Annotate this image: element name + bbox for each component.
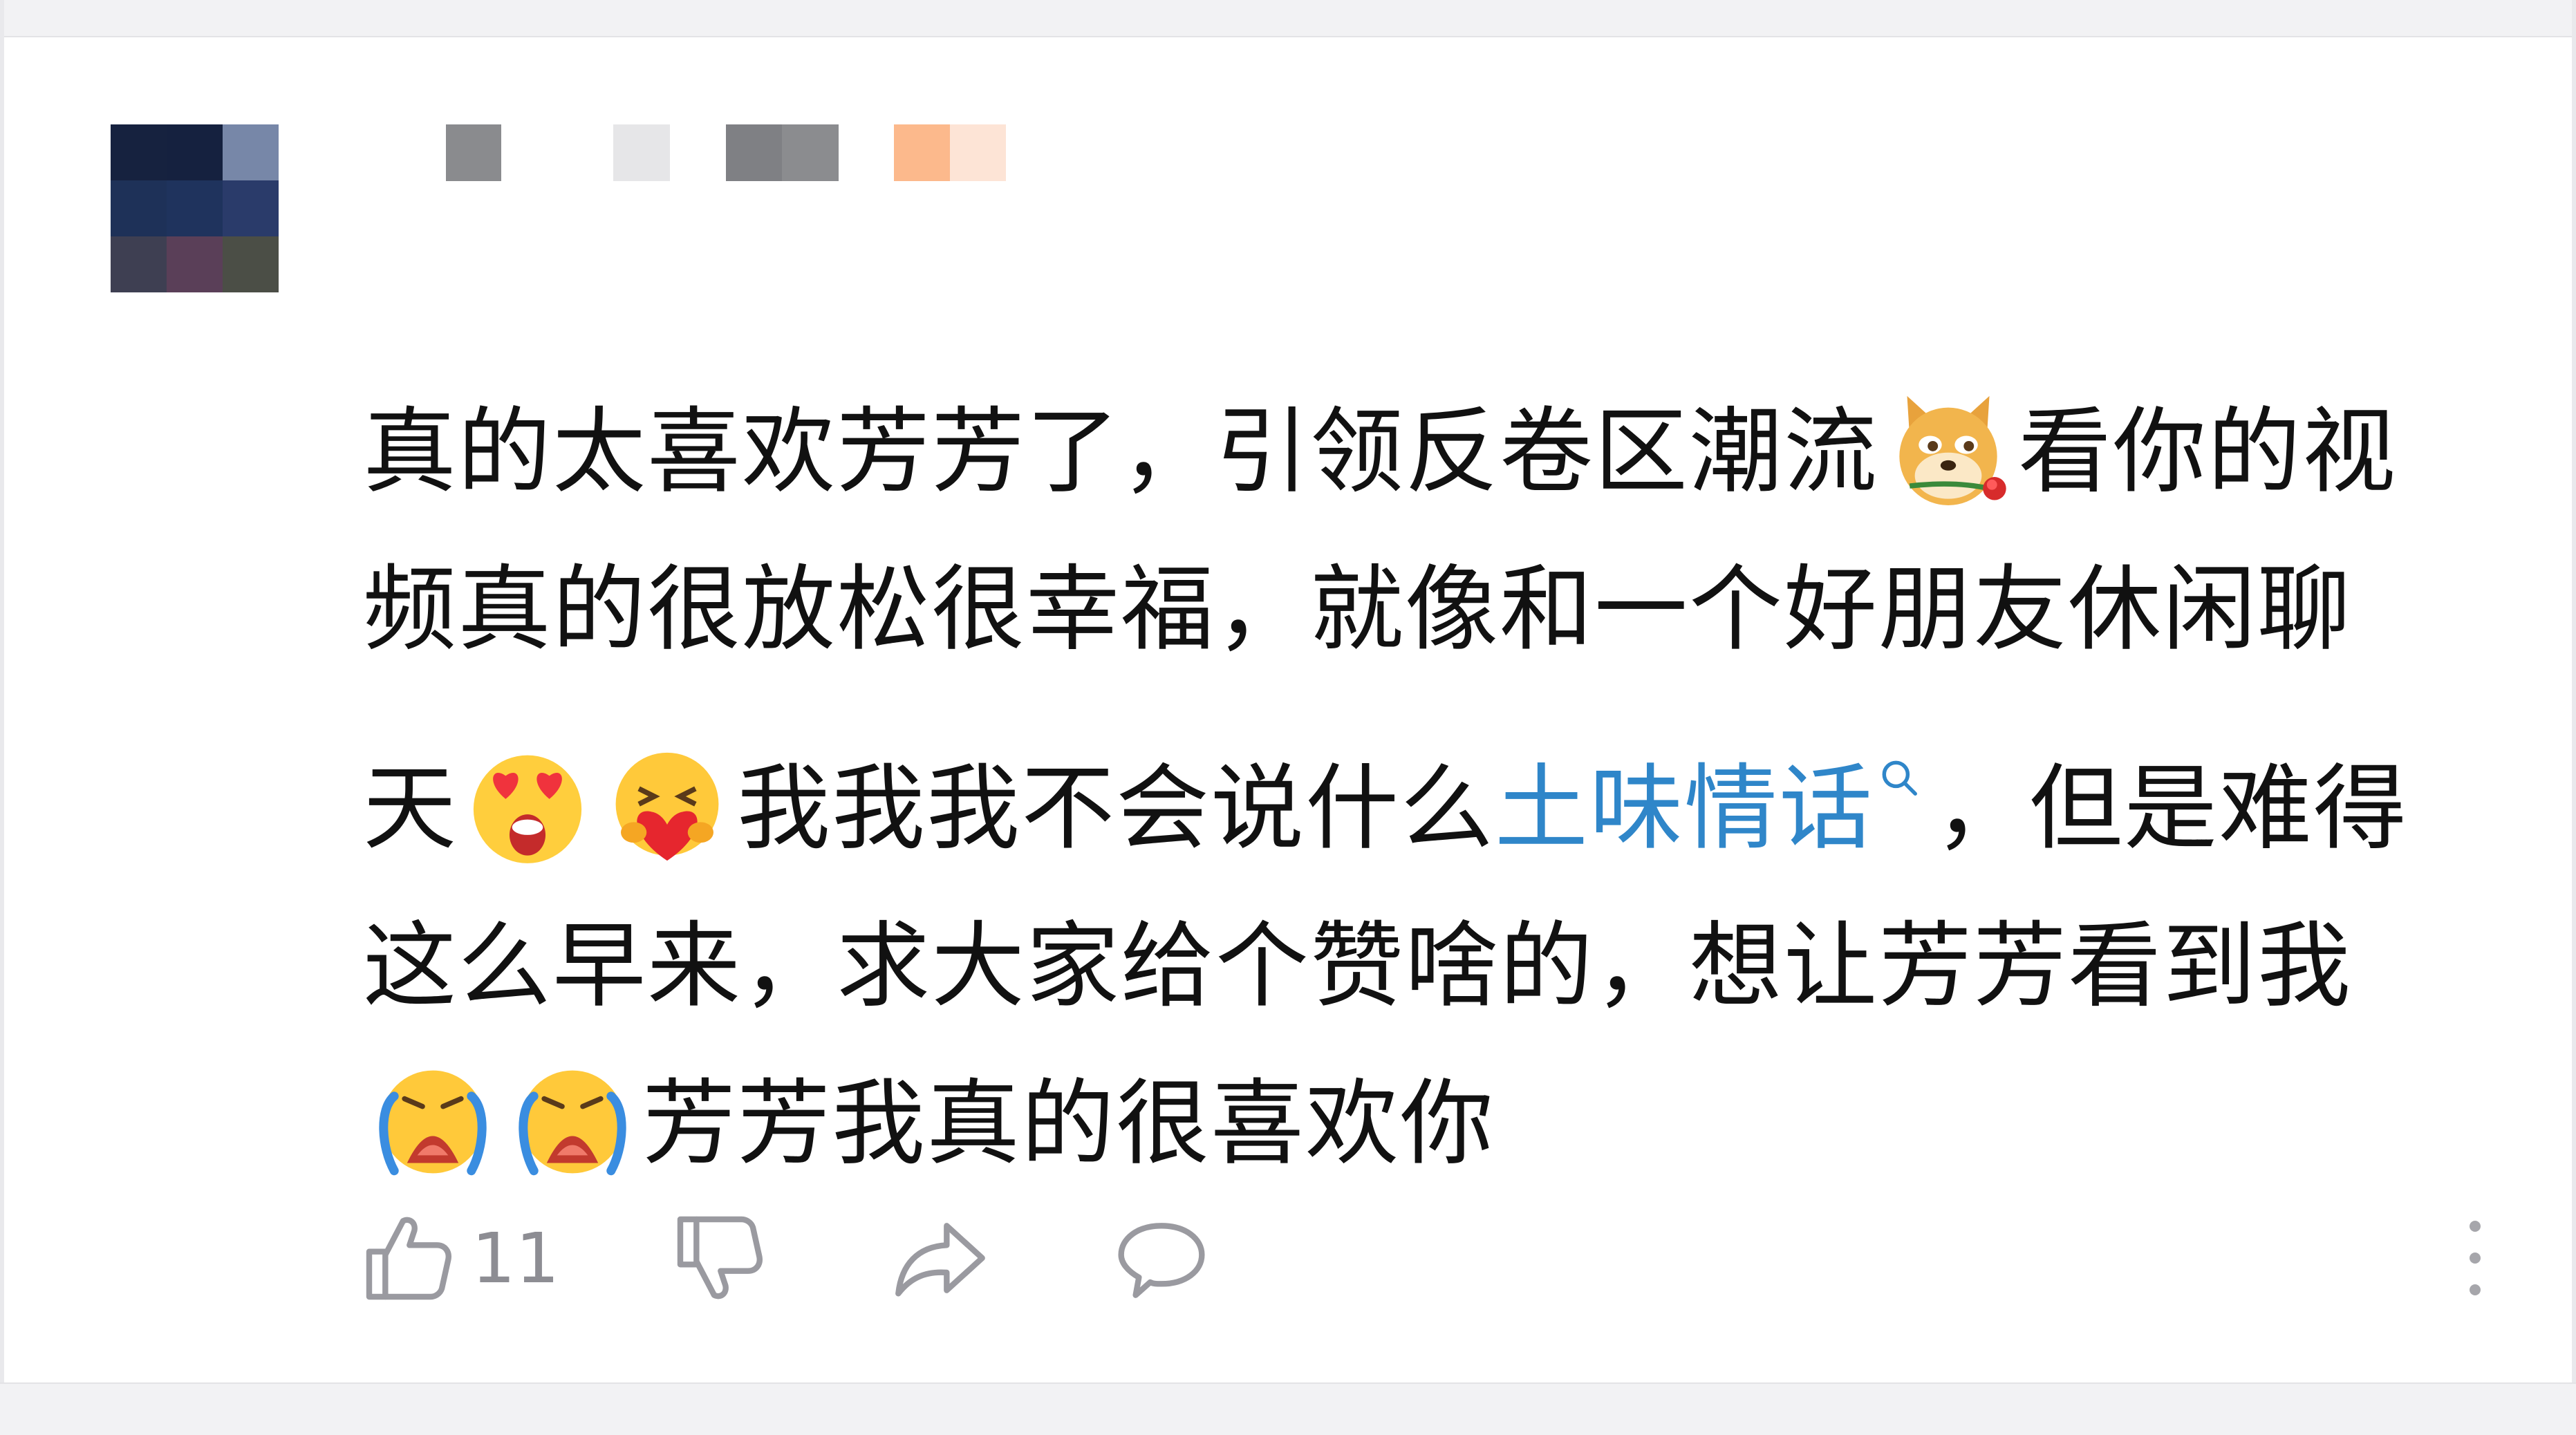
comment-icon[interactable] [1113,1210,1210,1306]
bottom-divider [0,1382,2576,1435]
top-divider [0,0,2576,37]
hug-heart-emoji [603,742,731,871]
more-vertical-icon[interactable] [2461,1217,2489,1300]
reply-button[interactable] [1113,1203,1210,1313]
doge-with-rose-emoji [1884,386,2013,514]
comment-body: 真的太喜欢芳芳了，引领反卷区潮流 看你的视频真的很放松很幸福，就像和一个好朋友休… [363,373,2444,1203]
action-bar: 11 [360,1203,2537,1313]
dislike-button[interactable] [671,1203,767,1313]
like-count: 11 [472,1217,560,1299]
thumbs-down-icon[interactable] [671,1210,767,1306]
crying-emoji [368,1058,497,1186]
like-button[interactable]: 11 [360,1203,559,1313]
comment-text: 芳芳我真的很喜欢你 [642,1069,1495,1178]
share-button[interactable] [892,1203,989,1313]
crying-emoji [508,1058,637,1186]
avatar[interactable] [111,124,279,292]
heart-eyes-emoji [463,742,592,871]
username-censored[interactable] [446,124,1006,181]
comment-text: 我我我不会说什么 [737,754,1495,863]
comment-text: 真的太喜欢芳芳了，引领反卷区潮流 [363,397,1878,506]
share-icon[interactable] [892,1210,989,1306]
thumbs-up-icon[interactable] [360,1210,456,1306]
keyword-link[interactable]: 土味情话 [1495,754,1874,863]
right-edge [2572,0,2576,1435]
search-icon[interactable] [1878,688,1921,796]
left-edge [0,0,4,1435]
more-button[interactable] [2461,1203,2489,1313]
